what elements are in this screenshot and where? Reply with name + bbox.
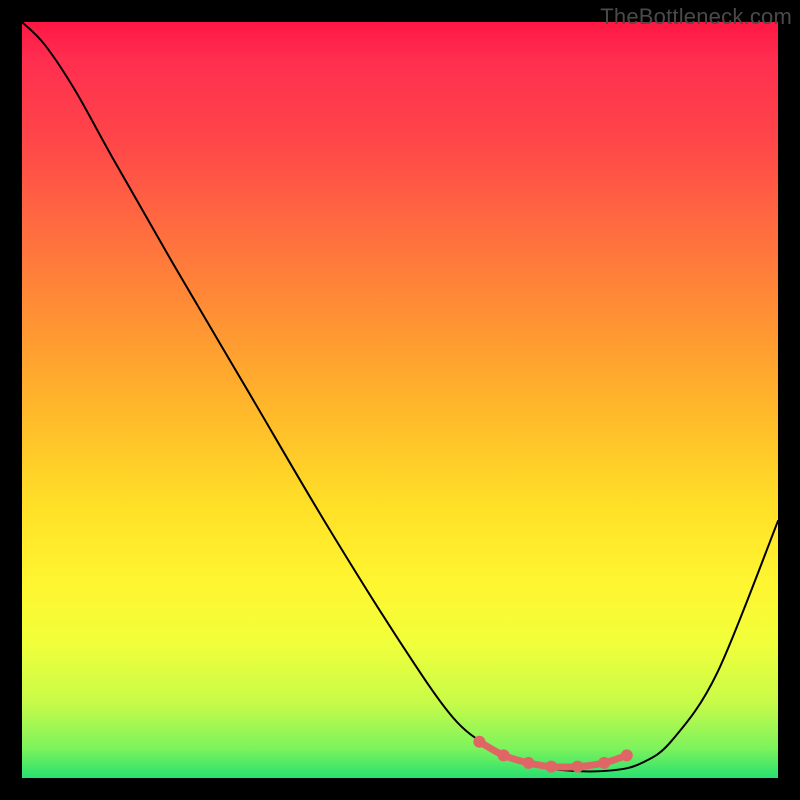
plot-area [22, 22, 778, 778]
chart-frame: TheBottleneck.com [0, 0, 800, 800]
highlight-dot [498, 749, 510, 761]
watermark-text: TheBottleneck.com [600, 4, 792, 30]
curve-layer [22, 22, 778, 778]
highlight-dot [545, 761, 557, 773]
highlight-dot [598, 757, 610, 769]
highlight-dot [473, 736, 485, 748]
highlight-dot [621, 749, 633, 761]
bottleneck-curve [22, 22, 778, 771]
highlight-dot [572, 761, 584, 773]
highlight-dot [523, 757, 535, 769]
